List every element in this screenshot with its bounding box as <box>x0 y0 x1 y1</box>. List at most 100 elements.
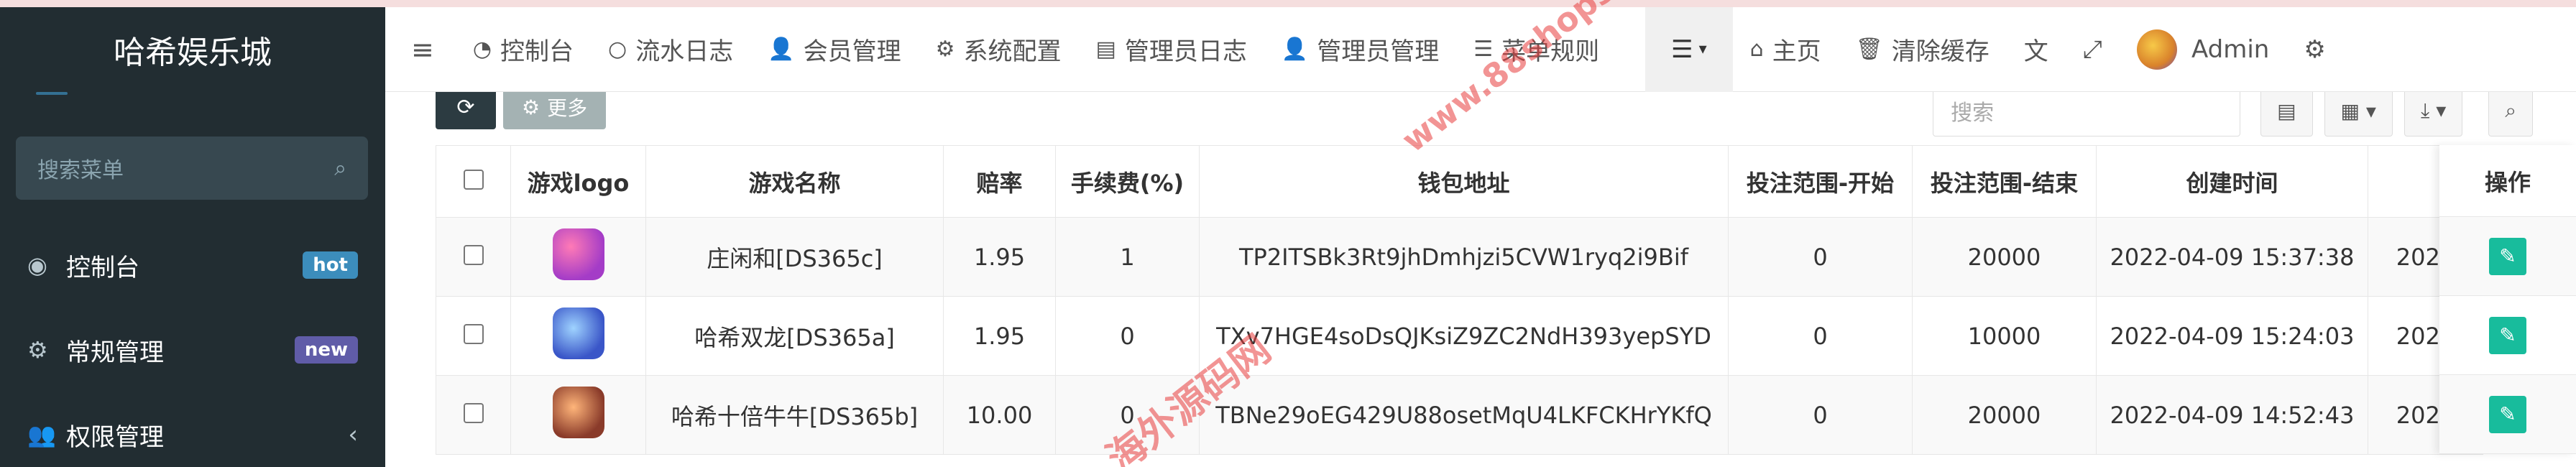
fee: 0 <box>1055 296 1200 376</box>
logo-cell <box>510 296 646 376</box>
col-bet-start[interactable]: 投注范围-开始 <box>1728 145 1913 218</box>
col-logo[interactable]: 游戏logo <box>510 145 646 218</box>
operations-column: 操作 ✎ ✎ ✎ <box>2439 145 2576 454</box>
list-icon: ☰ <box>1671 34 1693 64</box>
col-name[interactable]: 游戏名称 <box>645 145 944 218</box>
game-logo-image <box>552 307 604 359</box>
col-odds[interactable]: 赔率 <box>943 145 1056 218</box>
bet-start: 0 <box>1728 375 1913 455</box>
home-link[interactable]: ⌂ 主页 <box>1733 7 1839 92</box>
operations-cell: ✎ <box>2439 296 2576 375</box>
col-fee[interactable]: 手续费(%) <box>1055 145 1200 218</box>
col-bet-end[interactable]: 投注范围-结束 <box>1912 145 2097 218</box>
sidebar-toggle-button[interactable]: ≡ <box>385 7 456 92</box>
tab-member-management[interactable]: 👤 会员管理 <box>750 7 918 92</box>
sidebar-item-permissions[interactable]: 👥 权限管理 ‹ <box>0 392 385 467</box>
col-operations: 操作 <box>2439 145 2576 217</box>
tab-flow-log[interactable]: ○ 流水日志 <box>591 7 750 92</box>
tab-dashboard[interactable]: ◔ 控制台 <box>456 7 591 92</box>
more-tabs-dropdown[interactable]: ☰ ▾ <box>1645 6 1733 92</box>
trash-icon: 🗑 <box>1855 37 1883 62</box>
table-search-input[interactable]: 搜索 <box>1933 92 2241 137</box>
fullscreen-button[interactable]: ⤢ <box>2066 7 2120 92</box>
tab-label: 管理员日志 <box>1124 37 1247 66</box>
home-label: 主页 <box>1772 37 1821 66</box>
export-dropdown[interactable]: ⤓ ▾ <box>2404 92 2463 137</box>
top-navbar: ≡ ◔ 控制台 ○ 流水日志 👤 会员管理 ⚙ 系统配置 ▤ 管理员日志 👤 管… <box>385 6 2576 92</box>
tab-label: 会员管理 <box>803 37 901 66</box>
fee: 0 <box>1055 375 1200 455</box>
list-alt-icon: ▤ <box>1095 37 1116 62</box>
circle-icon: ○ <box>608 37 627 62</box>
dashboard-icon: ◉ <box>27 251 47 279</box>
user-icon: 👤 <box>768 37 795 62</box>
list-icon: ▤ <box>2277 98 2296 123</box>
created-time: 2022-04-09 15:37:38 <box>2096 217 2368 297</box>
brand-title[interactable]: 哈希娱乐城 <box>0 7 385 92</box>
edit-button[interactable]: ✎ <box>2489 395 2526 433</box>
refresh-icon: ⟳ <box>456 94 475 120</box>
tab-admin-management[interactable]: 👤 管理员管理 <box>1264 7 1456 92</box>
clear-cache-label: 清除缓存 <box>1891 37 1990 66</box>
refresh-button[interactable]: ⟳ <box>436 92 496 129</box>
table-row[interactable]: 哈希双龙[DS365a] 1.95 0 TXv7HGE4soDsQJKsiZ9Z… <box>436 296 2483 376</box>
language-button[interactable]: 文 <box>2007 7 2066 92</box>
sidebar-menu: ◉ 控制台 hot ⚙ 常规管理 new 👥 权限管理 ‹ <box>0 223 385 467</box>
toggle-view-button[interactable]: ▤ <box>2260 92 2313 137</box>
sidebar-item-label: 控制台 <box>66 253 139 282</box>
tab-admin-log[interactable]: ▤ 管理员日志 <box>1078 7 1264 92</box>
edit-button[interactable]: ✎ <box>2489 316 2526 354</box>
select-all-checkbox[interactable] <box>463 169 484 190</box>
expand-icon: ⤢ <box>2082 34 2102 64</box>
tab-menu-rules[interactable]: ☰ 菜单规则 <box>1456 7 1616 92</box>
search-icon[interactable]: ⌕ <box>334 156 346 181</box>
bet-end: 10000 <box>1912 296 2097 376</box>
row-select-cell <box>436 375 511 455</box>
tab-label: 流水日志 <box>635 37 734 66</box>
columns-dropdown[interactable]: ▦ ▾ <box>2324 92 2393 137</box>
row-checkbox[interactable] <box>463 323 484 344</box>
edit-button[interactable]: ✎ <box>2489 237 2526 275</box>
table-row[interactable]: 哈希十倍牛牛[DS365b] 10.00 0 TBNe29oEG429U88os… <box>436 375 2483 455</box>
table-toolbar: ⟳ ⚙ 更多 <box>436 92 607 129</box>
game-logo-image <box>552 386 604 438</box>
table-tools: 搜索 ▤ ▦ ▾ ⤓ ▾ ⌕ <box>1933 92 2533 137</box>
sidebar-item-general[interactable]: ⚙ 常规管理 new <box>0 308 385 392</box>
chevron-left-icon: ‹ <box>348 420 358 449</box>
tab-label: 控制台 <box>500 37 574 66</box>
row-checkbox[interactable] <box>463 402 484 423</box>
logo-cell <box>510 375 646 455</box>
col-created[interactable]: 创建时间 <box>2096 145 2368 218</box>
wallet-address: TP2ITSBk3Rt9jhDmhjzi5CVW1ryq2i9Bif <box>1199 217 1729 297</box>
table-row[interactable]: 庄闲和[DS365c] 1.95 1 TP2ITSBk3Rt9jhDmhjzi5… <box>436 217 2483 297</box>
tab-system-config[interactable]: ⚙ 系统配置 <box>919 7 1079 92</box>
user-menu[interactable]: Admin <box>2120 7 2286 92</box>
more-button[interactable]: ⚙ 更多 <box>503 92 607 129</box>
game-name: 哈希十倍牛牛[DS365b] <box>645 375 944 455</box>
sidebar-search-placeholder: 搜索菜单 <box>37 158 124 183</box>
fee: 1 <box>1055 217 1200 297</box>
row-checkbox[interactable] <box>463 244 484 265</box>
table-header-row: 游戏logo 游戏名称 赔率 手续费(%) 钱包地址 投注范围-开始 投注范围-… <box>436 145 2483 218</box>
columns-icon: ▦ ▾ <box>2340 98 2376 123</box>
created-time: 2022-04-09 14:52:43 <box>2096 375 2368 455</box>
row-select-cell <box>436 217 511 297</box>
select-all-cell <box>436 145 511 218</box>
col-wallet[interactable]: 钱包地址 <box>1199 145 1729 218</box>
gear-icon: ⚙ <box>935 37 955 62</box>
advanced-search-button[interactable]: ⌕ <box>2488 92 2533 137</box>
cogs-icon: ⚙ <box>27 336 48 364</box>
sidebar-item-label: 权限管理 <box>66 422 164 452</box>
cogs-icon: ⚙ <box>2304 34 2326 64</box>
bet-end: 20000 <box>1912 217 2097 297</box>
user-icon: 👤 <box>1281 37 1309 62</box>
sidebar-item-dashboard[interactable]: ◉ 控制台 hot <box>0 223 385 308</box>
sidebar-item-label: 常规管理 <box>66 338 164 367</box>
top-strip <box>0 0 2576 7</box>
clear-cache-button[interactable]: 🗑 清除缓存 <box>1839 7 2007 92</box>
new-badge: new <box>294 336 358 364</box>
row-select-cell <box>436 296 511 376</box>
bet-start: 0 <box>1728 296 1913 376</box>
sidebar-search-input[interactable]: 搜索菜单 ⌕ <box>16 137 368 200</box>
settings-button[interactable]: ⚙ <box>2286 7 2342 92</box>
